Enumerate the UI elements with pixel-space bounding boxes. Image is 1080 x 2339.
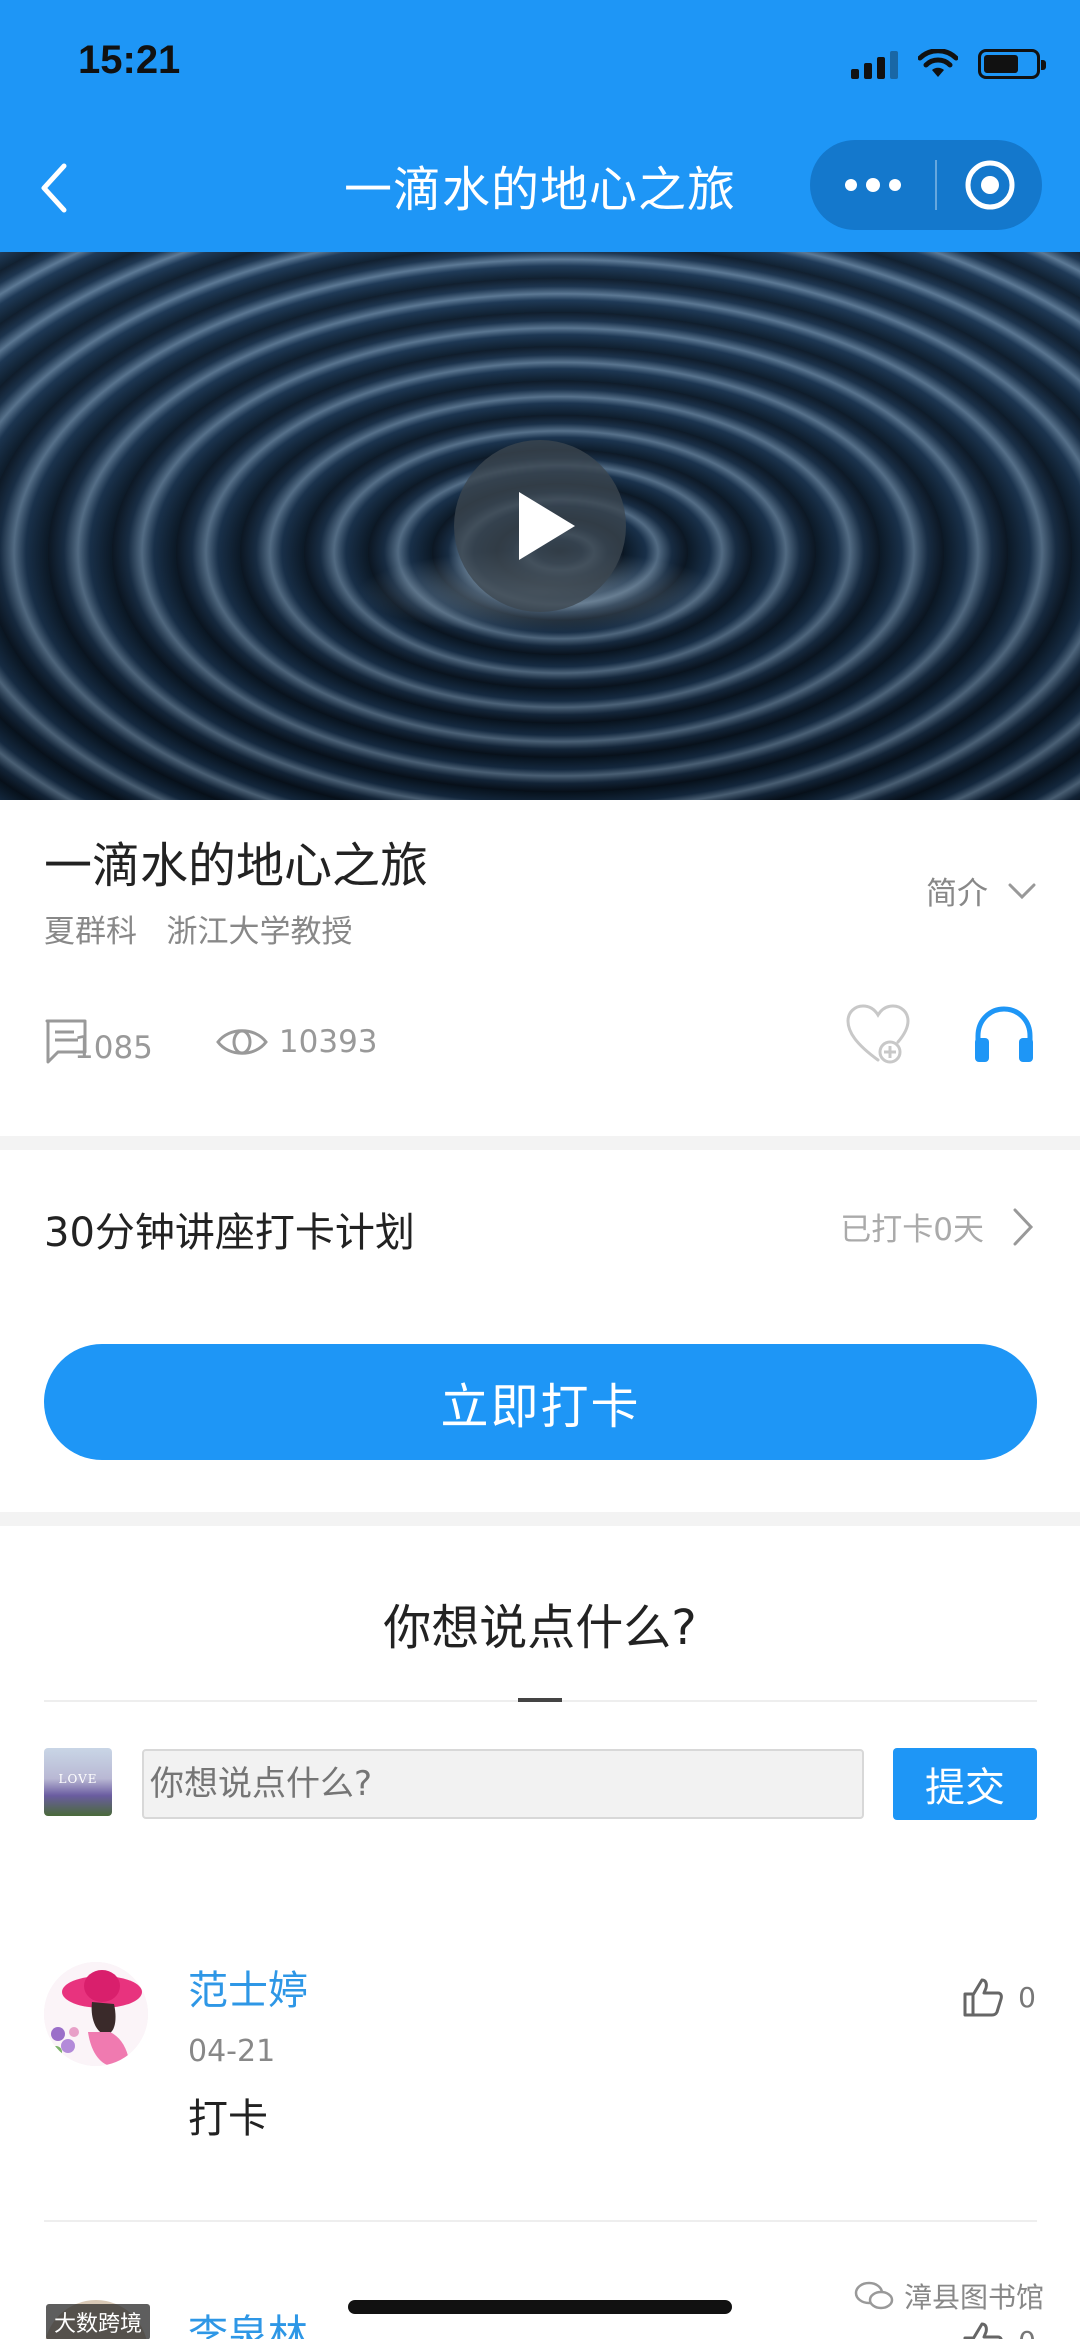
my-avatar: LOVE xyxy=(44,1748,112,1816)
lecture-title: 一滴水的地心之旅 xyxy=(44,838,429,894)
eye-icon xyxy=(216,1029,268,1055)
wifi-icon xyxy=(918,49,958,77)
comment-item: 范士婷 04-21 打卡 0 xyxy=(0,1950,1080,2220)
stats-row: 1085 10393 xyxy=(44,1012,378,1072)
section-divider xyxy=(0,1136,1080,1150)
checkin-button[interactable]: 立即打卡 xyxy=(44,1344,1037,1460)
comment-input[interactable] xyxy=(142,1749,864,1819)
plan-progress: 已打卡0天 xyxy=(840,1212,984,1248)
intro-label: 简介 xyxy=(926,876,988,912)
close-button[interactable] xyxy=(937,140,1042,230)
like-count: 0 xyxy=(1018,1980,1036,2014)
comment-count: 1085 xyxy=(74,1030,153,1066)
avatar-text: LOVE xyxy=(58,1772,98,1786)
wechat-icon xyxy=(854,2281,894,2310)
more-button[interactable] xyxy=(810,140,935,230)
favorite-heart-icon[interactable] xyxy=(844,1002,912,1066)
battery-icon xyxy=(978,49,1046,79)
comment-date: 04-21 xyxy=(188,2034,276,2069)
thumbs-up-icon xyxy=(963,2322,1003,2339)
heading-marker xyxy=(518,1698,562,1702)
plan-title: 30分钟讲座打卡计划 xyxy=(44,1210,415,1256)
section-divider xyxy=(0,1512,1080,1526)
chevron-down-icon xyxy=(1008,883,1036,899)
play-button[interactable] xyxy=(454,440,626,612)
comment-text: 打卡 xyxy=(188,2096,268,2142)
action-icons xyxy=(844,1002,1036,1066)
comment-section-heading: 你想说点什么? xyxy=(383,1600,697,1656)
watermark-right: 漳县图书馆 xyxy=(854,2276,1044,2316)
like-button[interactable]: 0 xyxy=(962,1976,1036,2018)
target-close-icon xyxy=(965,160,1014,210)
comment-separator xyxy=(44,2220,1037,2222)
submit-button[interactable]: 提交 xyxy=(893,1748,1037,1820)
lecture-author: 夏群科 浙江大学教授 xyxy=(44,914,353,950)
mini-program-capsule xyxy=(810,140,1042,230)
comment-stat[interactable]: 1085 xyxy=(44,1018,153,1066)
like-button[interactable]: 0 xyxy=(962,2320,1036,2339)
intro-toggle[interactable]: 简介 xyxy=(926,868,1036,913)
avatar-image xyxy=(44,1962,148,2066)
play-icon xyxy=(519,492,575,560)
chevron-right-icon xyxy=(1013,1208,1034,1245)
thumbs-up-icon xyxy=(963,1978,1004,2017)
view-count: 10393 xyxy=(278,1024,378,1060)
top-bar: 15:21 一滴水的地心之旅 xyxy=(0,0,1080,252)
commenter-name[interactable]: 李泉林 xyxy=(188,2302,308,2339)
watermark-right-text: 漳县图书馆 xyxy=(903,2281,1044,2314)
plan-progress-link[interactable]: 已打卡0天 xyxy=(840,1204,1034,1249)
home-indicator[interactable] xyxy=(348,2300,732,2314)
headphones-icon[interactable] xyxy=(972,1004,1036,1064)
status-time: 15:21 xyxy=(78,38,181,82)
signal-icon xyxy=(851,49,898,79)
commenter-name[interactable]: 范士婷 xyxy=(188,1958,308,2016)
view-stat: 10393 xyxy=(215,1024,378,1060)
status-icons xyxy=(851,44,1046,84)
like-count: 0 xyxy=(1018,2325,1036,2339)
watermark-left: 大数跨境 xyxy=(46,2304,151,2339)
commenter-avatar xyxy=(44,1962,148,2066)
